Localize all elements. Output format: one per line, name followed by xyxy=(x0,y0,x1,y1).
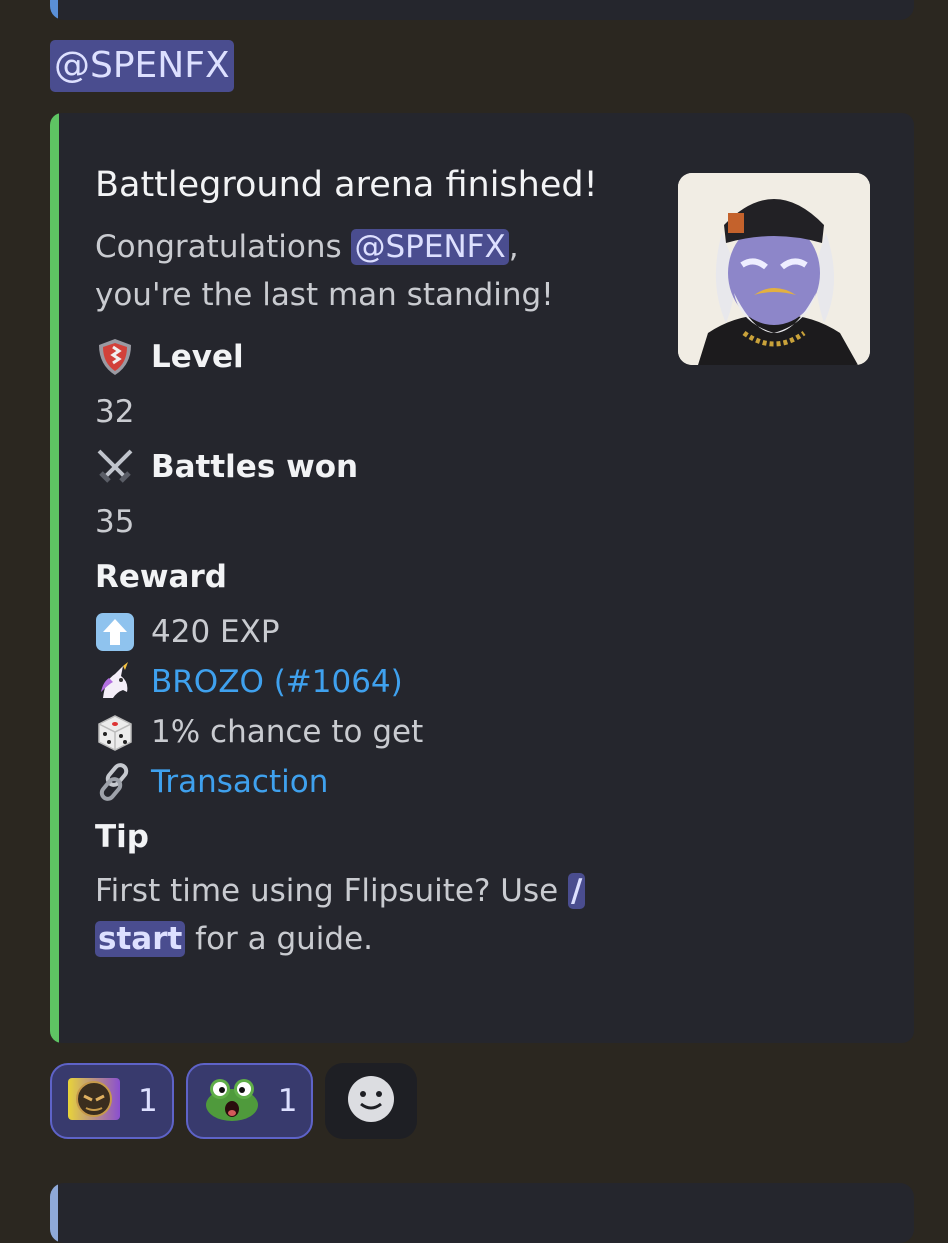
embed-card: Battleground arena finished! Congratulat… xyxy=(50,113,914,1043)
reward-chance: 1% chance to get xyxy=(95,707,655,757)
next-embed-accent xyxy=(50,1183,58,1243)
field-reward-name: Reward xyxy=(95,559,227,595)
field-level: Level xyxy=(95,333,655,381)
crossed-swords-icon xyxy=(95,447,135,487)
reward-exp-text: 420 EXP xyxy=(151,614,280,650)
robot-face-emoji xyxy=(66,1078,122,1124)
add-reaction-button[interactable] xyxy=(325,1063,418,1139)
field-battles: Battles won xyxy=(95,443,655,491)
unicorn-icon xyxy=(95,662,135,702)
field-level-name: Level xyxy=(151,339,244,375)
previous-embed-accent xyxy=(50,0,58,20)
up-arrow-icon xyxy=(95,612,135,652)
previous-embed xyxy=(50,0,914,20)
embed-title: Battleground arena finished! xyxy=(95,165,598,205)
description-line2: you're the last man standing! xyxy=(95,277,554,313)
user-mention[interactable]: @SPENFX xyxy=(50,40,234,92)
dice-icon xyxy=(95,712,135,752)
description-suffix: , xyxy=(508,229,519,265)
reward-chance-text: 1% chance to get xyxy=(151,714,424,750)
field-tip-value: First time using Flipsuite? Use / start … xyxy=(95,867,655,963)
field-tip-name: Tip xyxy=(95,819,149,855)
smiley-icon xyxy=(346,1074,396,1128)
reward-transaction: Transaction xyxy=(95,757,655,807)
reward-exp: 420 EXP xyxy=(95,607,655,657)
tip-text: First time using Flipsuite? Use xyxy=(95,873,569,909)
tip-suffix: for a guide. xyxy=(185,921,374,957)
frog-emoji xyxy=(202,1075,262,1127)
reaction-frog[interactable]: 1 xyxy=(185,1063,314,1139)
avatar-thumbnail[interactable] xyxy=(678,173,870,365)
reward-nft-link[interactable]: BROZO (#1064) xyxy=(151,657,403,707)
field-battles-value: 35 xyxy=(95,504,135,540)
reaction-bar: 1 1 xyxy=(50,1063,418,1139)
shield-icon xyxy=(95,337,135,377)
slash-command-part1[interactable]: / xyxy=(568,873,586,909)
chain-link-icon xyxy=(95,762,135,802)
transaction-link[interactable]: Transaction xyxy=(151,757,328,807)
slash-command-part2[interactable]: start xyxy=(95,921,186,957)
reward-nft: BROZO (#1064) xyxy=(95,657,655,707)
field-battles-name: Battles won xyxy=(151,449,359,485)
field-level-value: 32 xyxy=(95,394,135,430)
description-mention[interactable]: @SPENFX xyxy=(351,229,509,265)
description-prefix: Congratulations xyxy=(95,229,352,265)
embed-description: Congratulations @SPENFX, you're the last… xyxy=(95,223,655,319)
reaction-robot-count: 1 xyxy=(138,1083,158,1119)
embed-accent-bar xyxy=(50,113,59,1043)
reaction-robot[interactable]: 1 xyxy=(50,1063,174,1139)
reaction-frog-count: 1 xyxy=(277,1083,298,1119)
next-embed xyxy=(50,1183,914,1243)
